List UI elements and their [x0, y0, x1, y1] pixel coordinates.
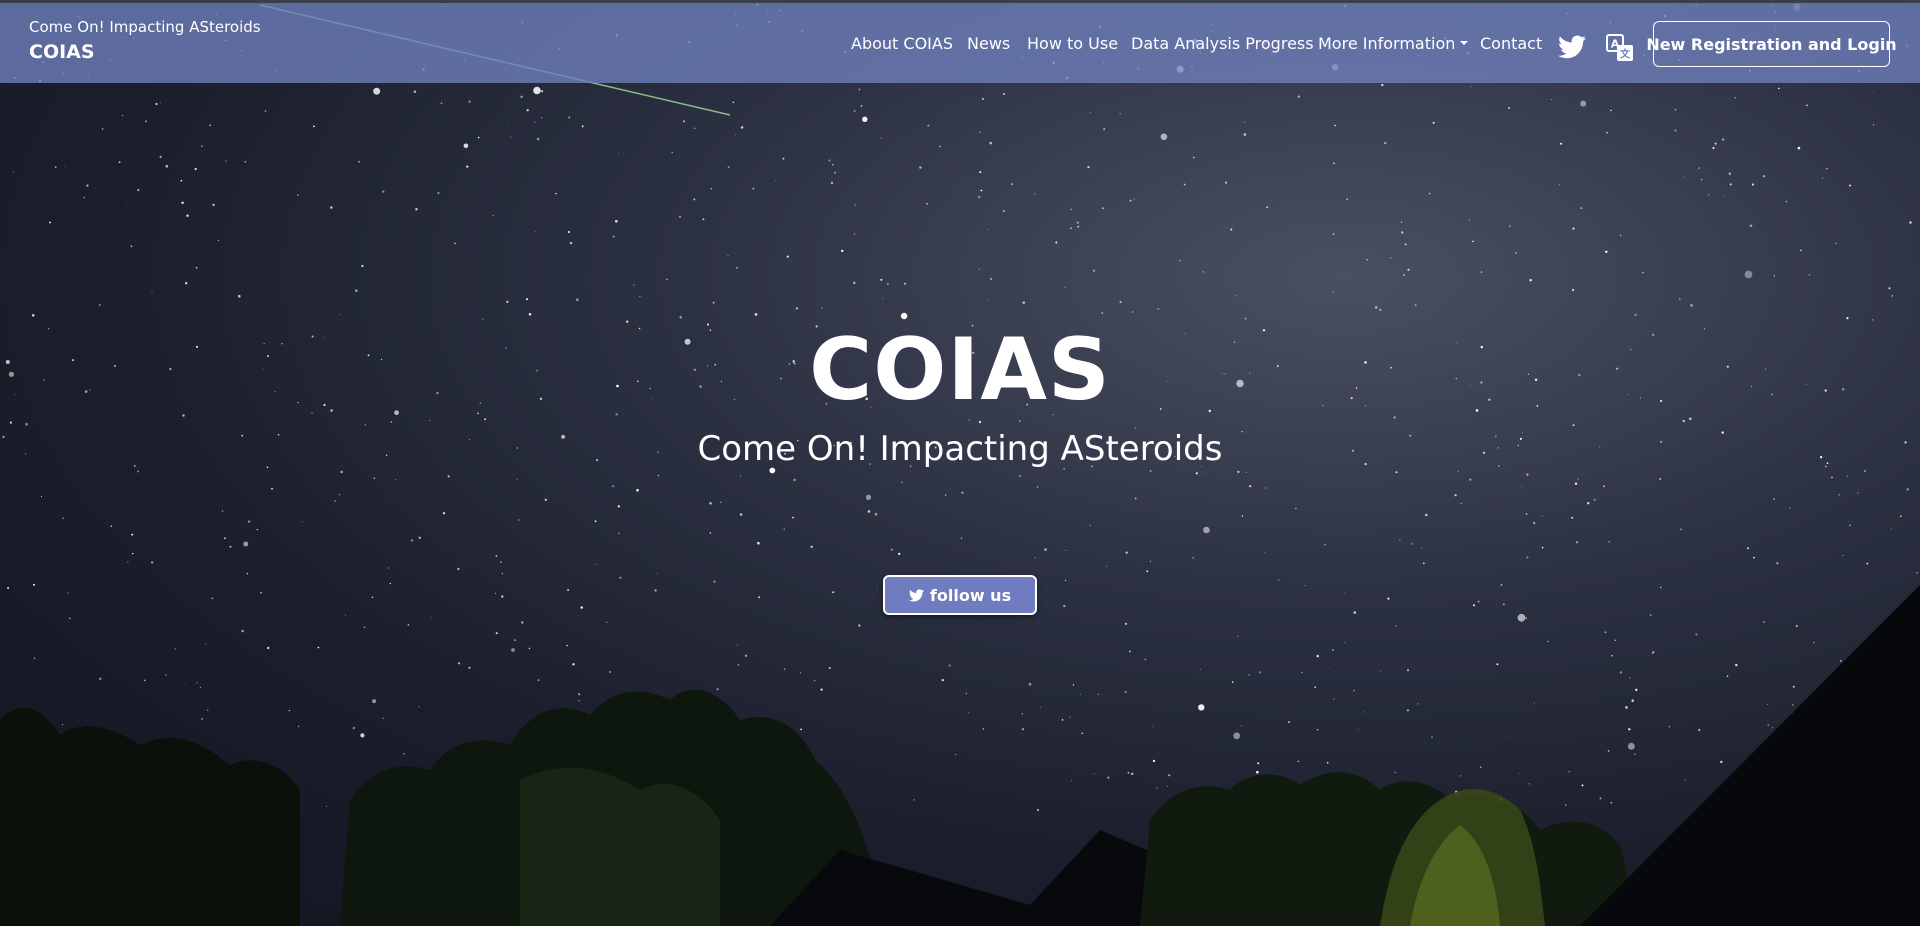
follow-us-button[interactable]: follow us [883, 575, 1037, 615]
nav-how-to-use[interactable]: How to Use [1027, 34, 1118, 53]
nav-contact[interactable]: Contact [1480, 34, 1542, 53]
brand-tagline[interactable]: Come On! Impacting ASteroids [29, 18, 261, 36]
follow-us-label: follow us [929, 585, 1012, 605]
new-registration-login-button[interactable]: New Registration and Login [1646, 21, 1897, 67]
nav-data-analysis-progress[interactable]: Data Analysis Progress [1131, 34, 1314, 53]
nav-about-coias[interactable]: About COIAS [851, 34, 953, 53]
twitter-icon [908, 588, 924, 601]
nav-news[interactable]: News [967, 34, 1010, 53]
svg-text:文: 文 [1620, 48, 1631, 61]
twitter-icon[interactable] [1558, 35, 1586, 59]
hero-title: COIAS [809, 320, 1111, 420]
hero-subtitle: Come On! Impacting ASteroids [697, 429, 1223, 469]
nav-more-information-label: More Information [1318, 34, 1456, 53]
brand-logo-text[interactable]: COIAS [29, 41, 95, 63]
hero-section: Come On! Impacting ASteroids COIAS About… [0, 0, 1920, 926]
nav-more-information-dropdown[interactable]: More Information [1318, 34, 1469, 53]
caret-down-icon [1460, 40, 1469, 45]
translate-icon[interactable]: A 文 [1605, 33, 1635, 63]
top-navbar: Come On! Impacting ASteroids COIAS About… [0, 0, 1920, 83]
